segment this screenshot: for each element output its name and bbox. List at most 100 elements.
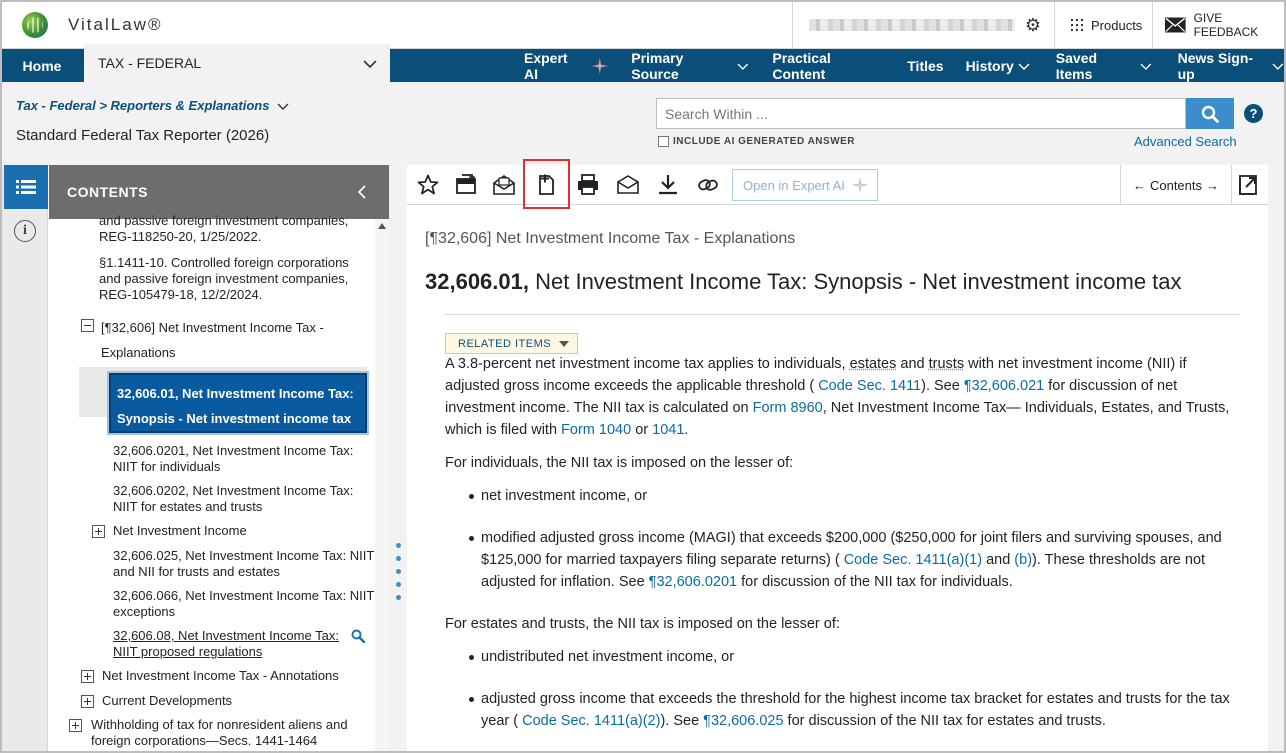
toc-toggle-button[interactable] <box>4 165 48 209</box>
checkbox-box[interactable] <box>658 136 669 147</box>
toc-item-line: Withholding of tax for nonresident alien… <box>91 717 348 732</box>
email-button[interactable] <box>613 171 643 199</box>
library-selector[interactable]: TAX - FEDERAL <box>84 44 390 82</box>
toc-item-line: Net Investment Income Tax - Annotations <box>102 668 339 683</box>
vitallaw-logo[interactable]: VitalLaw® <box>22 12 162 38</box>
redacted-user-name <box>809 19 1015 31</box>
contents-title: CONTENTS <box>67 184 148 200</box>
nav-history[interactable]: History <box>966 49 1030 82</box>
open-in-expert-ai-button[interactable]: Open in Expert AI <box>732 169 878 201</box>
nav-titles[interactable]: Titles <box>907 49 943 82</box>
toc-item-annotations[interactable]: Net Investment Income Tax - Annotations <box>102 668 372 684</box>
download-button[interactable] <box>653 171 683 199</box>
paragraph-intro: A 3.8-percent net investment income tax … <box>445 353 1245 441</box>
toc-item-explanations[interactable]: [¶32,606] Net Investment Income Tax - Ex… <box>101 315 367 365</box>
arrow-right-icon[interactable]: → <box>1206 178 1219 193</box>
toc-item-current-developments[interactable]: Current Developments <box>102 693 372 709</box>
nav-primary-source-label: Primary Source <box>631 49 684 82</box>
glossary-term-estates[interactable]: estates <box>850 356 897 372</box>
expand-toggle-icon[interactable] <box>69 719 82 732</box>
toc-item[interactable]: 32,606.0202, Net Investment Income Tax: … <box>113 483 369 515</box>
chevron-down-icon <box>1140 63 1152 70</box>
arrow-left-icon[interactable]: ← <box>1133 178 1146 193</box>
search-icon[interactable] <box>351 629 365 643</box>
chevron-down-icon <box>277 103 289 110</box>
toc-item-line: Synopsis - Net investment income tax <box>117 411 352 426</box>
toc-item[interactable]: 32,606.025, Net Investment Income Tax: N… <box>113 548 375 580</box>
nav-home[interactable]: Home <box>2 49 82 82</box>
collapse-toggle-icon[interactable] <box>81 319 94 332</box>
nav-saved-items[interactable]: Saved Items <box>1056 49 1152 82</box>
copy-link-button[interactable] <box>693 171 723 199</box>
products-button[interactable]: Products <box>1054 2 1152 48</box>
expand-toggle-icon[interactable] <box>92 525 105 538</box>
toc-item[interactable]: §1.1411-10. Controlled foreign corporati… <box>99 255 369 303</box>
expand-toggle-icon[interactable] <box>81 670 94 683</box>
toc-item-selected[interactable]: 32,606.01, Net Investment Income Tax: Sy… <box>107 371 369 435</box>
scroll-up-arrow-icon[interactable] <box>378 223 386 229</box>
give-feedback-button[interactable]: GIVE FEEDBACK <box>1152 2 1284 48</box>
link-icon <box>698 179 718 191</box>
link-code-sec-1411-a-2[interactable]: Code Sec. 1411(a)(2) <box>522 713 660 729</box>
toc-scrollbar[interactable] <box>375 219 389 751</box>
help-icon[interactable]: ? <box>1244 104 1263 123</box>
nav-history-label: History <box>965 57 1014 74</box>
link-form-1041[interactable]: 1041 <box>652 422 684 438</box>
text-span: or <box>631 422 653 438</box>
sparkle-icon <box>851 176 869 194</box>
nav-expert-ai[interactable]: Expert AI <box>524 49 609 82</box>
toc-item-link[interactable]: 32,606.08, Net Investment Income Tax: NI… <box>113 628 347 660</box>
related-items-dropdown[interactable]: RELATED ITEMS <box>445 333 579 354</box>
toc-item[interactable]: and passive foreign investment companies… <box>99 213 369 245</box>
chevron-left-icon[interactable] <box>355 183 369 201</box>
user-account-area[interactable]: ⚙ <box>792 2 1054 48</box>
drag-handle-icon[interactable] <box>396 543 401 608</box>
search-within-input[interactable]: Search Within ... <box>656 98 1186 129</box>
text-span: ). See <box>921 378 964 394</box>
favorite-button[interactable] <box>413 171 443 199</box>
text-span: and <box>982 552 1015 568</box>
paragraph-estates-trusts: For estates and trusts, the NII tax is i… <box>445 616 840 632</box>
nav-practical-content[interactable]: Practical Content <box>772 49 885 82</box>
envelope-icon <box>1165 17 1186 33</box>
related-items-label: RELATED ITEMS <box>458 337 552 350</box>
save-to-folder-button[interactable] <box>451 171 481 199</box>
contents-navigator[interactable]: ← Contents → <box>1120 165 1232 205</box>
envelope-icon <box>617 175 639 194</box>
list-item: net investment income, or <box>481 488 648 504</box>
panel-splitter[interactable] <box>389 165 407 751</box>
email-alert-button[interactable] <box>489 171 519 199</box>
expand-toggle-icon[interactable] <box>81 695 94 708</box>
toc-item-withholding[interactable]: Withholding of tax for nonresident alien… <box>91 717 375 749</box>
toc-item-line: 32,606.0202, Net Investment Income Tax: <box>113 483 354 498</box>
glossary-term-trusts[interactable]: trusts <box>929 356 964 372</box>
document-body: [¶32,606] Net Investment Income Tax - Ex… <box>407 205 1268 751</box>
nav-primary-source[interactable]: Primary Source <box>631 49 748 82</box>
list-icon <box>16 180 36 194</box>
advanced-search-link[interactable]: Advanced Search <box>1134 134 1237 149</box>
toc-item[interactable]: 32,606.066, Net Investment Income Tax: N… <box>113 588 375 620</box>
chevron-down-icon <box>1272 63 1284 70</box>
include-ai-answer-checkbox[interactable]: INCLUDE AI GENERATED ANSWER <box>658 136 855 147</box>
info-icon[interactable]: i <box>14 220 36 242</box>
link-code-sec-1411[interactable]: Code Sec. 1411 <box>818 378 921 394</box>
link-32606-0201[interactable]: ¶32,606.0201 <box>649 574 737 590</box>
link-form-1040[interactable]: Form 1040 <box>561 422 631 438</box>
popout-icon[interactable] <box>1237 173 1259 197</box>
toc-item-line: 32,606.08, Net Investment Income Tax: <box>113 628 339 643</box>
link-form-8960[interactable]: Form 8960 <box>753 400 823 416</box>
nav-titles-label: Titles <box>907 57 944 74</box>
breadcrumb[interactable]: Tax - Federal > Reporters & Explanations <box>16 98 289 113</box>
gear-icon[interactable]: ⚙ <box>1023 15 1043 35</box>
nav-news-signup[interactable]: News Sign-up <box>1178 49 1284 82</box>
link-32606-025[interactable]: ¶32,606.025 <box>703 713 783 729</box>
link-code-sec-1411-a-1[interactable]: Code Sec. 1411(a)(1) <box>844 552 982 568</box>
link-32606-021[interactable]: ¶32,606.021 <box>964 378 1044 394</box>
toc-item[interactable]: 32,606.0201, Net Investment Income Tax: … <box>113 443 369 475</box>
envelope-open-icon <box>493 175 515 195</box>
toc-item-net-investment-income[interactable]: Net Investment Income <box>113 523 369 539</box>
heading-text: Net Investment Income Tax: Synopsis - Ne… <box>535 269 1182 294</box>
print-button[interactable] <box>573 171 603 199</box>
link-code-sec-1411-b[interactable]: (b) <box>1014 552 1032 568</box>
search-button[interactable] <box>1186 98 1234 129</box>
